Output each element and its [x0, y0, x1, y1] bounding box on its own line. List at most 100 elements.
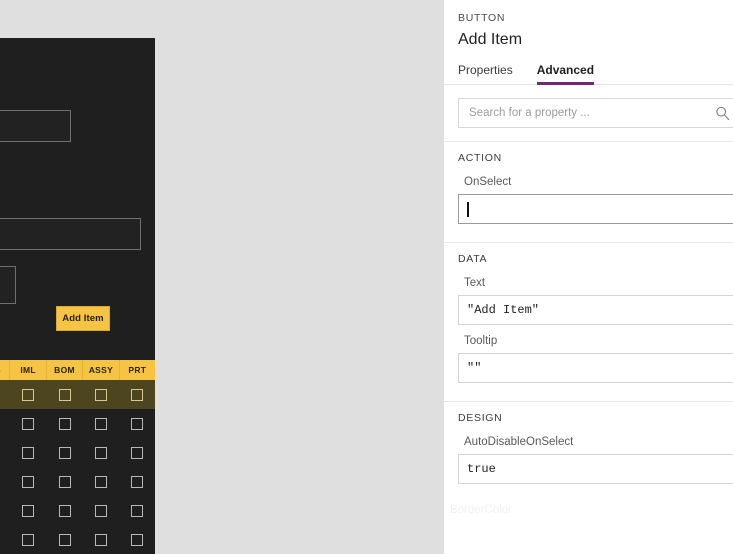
grid-cell[interactable]: [0, 525, 10, 554]
checkbox-icon[interactable]: [94, 533, 107, 546]
grid-cell[interactable]: [83, 496, 119, 525]
selected-control-name: Add Item: [458, 31, 523, 48]
property-row: AutoDisableOnSelect true: [458, 436, 733, 484]
grid-cell[interactable]: [83, 380, 119, 409]
property-label: OnSelect: [464, 176, 512, 188]
grid-cell[interactable]: [83, 438, 119, 467]
property-label: AutoDisableOnSelect: [464, 436, 574, 448]
grid-cell[interactable]: [119, 496, 155, 525]
property-value-text: true: [467, 462, 496, 476]
property-value-input[interactable]: true: [458, 454, 733, 484]
grid-cell[interactable]: [10, 496, 46, 525]
checkbox-icon[interactable]: [130, 475, 143, 488]
tab-advanced[interactable]: Advanced: [536, 63, 595, 85]
grid-cell[interactable]: [46, 438, 82, 467]
grid-column-header[interactable]: CVS: [0, 360, 11, 380]
grid-row[interactable]: [0, 438, 155, 467]
grid-cell[interactable]: [46, 409, 82, 438]
property-value-input[interactable]: "": [458, 353, 733, 383]
grid-cell[interactable]: [10, 409, 46, 438]
search-box[interactable]: [458, 98, 733, 128]
grid-cell[interactable]: [10, 380, 46, 409]
grid-row[interactable]: [0, 409, 155, 438]
grid-cell[interactable]: [0, 438, 10, 467]
grid-column-header[interactable]: PRT: [120, 360, 155, 380]
design-canvas-area: Add Item CVSIMLBOMASSYPRT: [0, 0, 444, 554]
section-title: DESIGN: [458, 412, 503, 424]
text-input-field-1[interactable]: [0, 110, 71, 142]
checkbox-icon[interactable]: [130, 446, 143, 459]
property-value-input[interactable]: "Add Item": [458, 295, 733, 325]
checkbox-icon[interactable]: [58, 475, 71, 488]
grid-row[interactable]: [0, 380, 155, 409]
search-icon: [715, 106, 730, 121]
checkbox-icon[interactable]: [94, 446, 107, 459]
grid-cell[interactable]: [0, 380, 10, 409]
search-input[interactable]: [459, 99, 733, 127]
grid-row[interactable]: [0, 496, 155, 525]
checkbox-icon[interactable]: [130, 388, 143, 401]
grid-cell[interactable]: [119, 438, 155, 467]
property-section: ACTION OnSelect: [444, 141, 733, 242]
checkbox-icon[interactable]: [58, 446, 71, 459]
property-section: DESIGN AutoDisableOnSelect true: [444, 401, 733, 502]
grid-cell[interactable]: [46, 525, 82, 554]
checkbox-icon[interactable]: [94, 417, 107, 430]
checkbox-icon[interactable]: [94, 388, 107, 401]
checkbox-icon[interactable]: [22, 417, 35, 430]
grid-cell[interactable]: [0, 409, 10, 438]
checkbox-icon[interactable]: [94, 504, 107, 517]
grid-cell[interactable]: [46, 467, 82, 496]
checkbox-icon[interactable]: [22, 446, 35, 459]
text-input-field-3[interactable]: [0, 266, 16, 304]
grid-cell[interactable]: [46, 496, 82, 525]
property-label: Tooltip: [464, 335, 498, 347]
property-label: Text: [464, 277, 486, 289]
grid-cell[interactable]: [10, 438, 46, 467]
grid-body: [0, 380, 155, 554]
grid-cell[interactable]: [83, 409, 119, 438]
grid-cell[interactable]: [0, 467, 10, 496]
grid-cell[interactable]: [119, 409, 155, 438]
clipped-property-label: BorderColor: [450, 504, 512, 516]
checkbox-icon[interactable]: [22, 504, 35, 517]
property-sections: ACTION OnSelect DATA Text "Add Item" Tooltip "…: [444, 141, 733, 502]
checkbox-icon[interactable]: [58, 388, 71, 401]
checkbox-icon[interactable]: [58, 504, 71, 517]
grid-column-header[interactable]: IML: [10, 360, 47, 380]
grid-cell[interactable]: [83, 525, 119, 554]
text-input-field-2[interactable]: [0, 218, 141, 250]
property-value-text: "": [467, 361, 482, 375]
grid-row[interactable]: [0, 525, 155, 554]
pane-header: BUTTON Add Item: [444, 0, 733, 49]
grid-row[interactable]: [0, 467, 155, 496]
app-root: Add Item CVSIMLBOMASSYPRT BUTTON Add Ite…: [0, 0, 733, 554]
checkbox-icon[interactable]: [22, 533, 35, 546]
pane-tabs: Properties Advanced: [444, 63, 733, 85]
checkbox-icon[interactable]: [94, 475, 107, 488]
checkbox-icon[interactable]: [130, 533, 143, 546]
grid-cell[interactable]: [83, 467, 119, 496]
add-item-button[interactable]: Add Item: [56, 306, 110, 331]
checkbox-icon[interactable]: [58, 417, 71, 430]
grid-column-header[interactable]: BOM: [47, 360, 84, 380]
checkbox-icon[interactable]: [130, 417, 143, 430]
app-preview-screen[interactable]: Add Item CVSIMLBOMASSYPRT: [0, 38, 155, 554]
grid-cell[interactable]: [10, 467, 46, 496]
checkbox-icon[interactable]: [22, 388, 35, 401]
grid-cell[interactable]: [0, 496, 10, 525]
property-row: Tooltip "": [458, 335, 733, 383]
tab-properties[interactable]: Properties: [458, 63, 513, 84]
grid-cell[interactable]: [119, 380, 155, 409]
grid-cell[interactable]: [119, 467, 155, 496]
grid-cell[interactable]: [119, 525, 155, 554]
grid-cell[interactable]: [46, 380, 82, 409]
section-title: ACTION: [458, 152, 502, 164]
property-value-input[interactable]: [458, 194, 733, 224]
checkbox-icon[interactable]: [22, 475, 35, 488]
checkbox-icon[interactable]: [130, 504, 143, 517]
selected-control-type: BUTTON: [458, 12, 506, 24]
grid-column-header[interactable]: ASSY: [83, 360, 120, 380]
checkbox-icon[interactable]: [58, 533, 71, 546]
grid-cell[interactable]: [10, 525, 46, 554]
